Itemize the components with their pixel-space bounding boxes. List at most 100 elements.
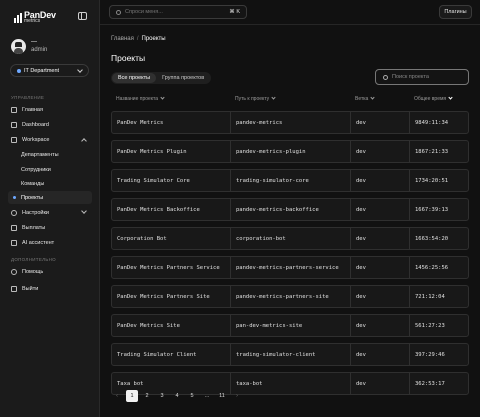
project-branch-cell: dev [350,170,409,191]
sidebar-item-dashboard[interactable]: Dashboard [8,118,92,131]
table-row[interactable]: PanDev Metrics Backoffice pandev-metrics-… [111,198,469,221]
sidebar-item-label: Главная [22,106,43,113]
column-header-label: Общее время [414,96,447,102]
project-branch-cell: dev [350,344,409,365]
profile-name: — [31,39,37,46]
table-row[interactable]: PanDev Metrics Partners Service pandev-me… [111,256,469,279]
pagination-page[interactable]: 1 [126,390,138,402]
sidebar-item-label: Помощь [22,268,44,275]
project-branch-cell: dev [350,373,409,394]
top-bar: ⌘ K Плагины [100,0,480,25]
chevron-up-icon [81,138,87,144]
breadcrumb-separator: / [136,36,139,42]
column-header-label: Название проекта [116,96,159,102]
project-path-cell: trading-simulator-client [230,344,350,365]
column-header-path[interactable]: Путь к проекту [235,95,276,102]
page-title: Проекты [111,53,146,63]
project-branch-cell: dev [350,199,409,220]
chevron-down-icon [77,67,83,73]
sidebar-item-workspace[interactable]: Workspace [8,133,92,146]
table-row[interactable]: PanDev Metrics Site pan-dev-metrics-site d… [111,314,469,337]
project-name-cell: Corporation Bot [117,235,167,242]
pagination-page[interactable]: 11 [216,390,228,402]
project-name-cell: PanDev Metrics Partners Service [117,264,220,271]
project-path-cell: pandev-metrics [230,112,350,133]
table-row[interactable]: Corporation Bot corporation-bot dev 1663:54… [111,227,469,250]
column-header-name[interactable]: Название проекта [116,95,165,102]
sidebar-item-ai-assistant[interactable]: AI ассистент [8,236,92,249]
sort-icon [160,95,165,100]
pagination-prev[interactable]: ‹ [111,390,123,402]
project-search[interactable] [375,69,469,85]
user-profile[interactable]: — admin [11,39,47,54]
pagination: ‹ 1 2 3 4 5 … 11 › [111,390,246,402]
project-search-input[interactable] [392,74,462,80]
plugins-button[interactable]: Плагины [439,5,472,19]
project-path-cell: taxa-bot [230,373,350,394]
sidebar-item-home[interactable]: Главная [8,103,92,116]
active-dot-icon [13,196,16,199]
project-time-cell: 1867:21:33 [409,141,470,162]
table-row[interactable]: Trading Simulator Core trading-simulator-… [111,169,469,192]
sidebar-item-label: Департаменты [21,151,59,158]
project-time-cell: 561:27:23 [409,315,470,336]
breadcrumb: Главная / Проекты [111,36,166,42]
ai-icon [11,239,17,246]
table-row[interactable]: PanDev Metrics Partners Site pandev-metri… [111,285,469,308]
sidebar-item-teams[interactable]: Команды [8,177,92,190]
department-selector[interactable]: IT Department [10,64,89,77]
table-row[interactable]: PanDev Metrics Plugin pandev-metrics-plug… [111,140,469,163]
wallet-icon [11,224,17,231]
project-time-cell: 362:53:17 [409,373,470,394]
sidebar-item-projects[interactable]: Проекты [8,191,92,204]
sidebar-item-label: Проекты [21,194,44,201]
column-header-label: Путь к проекту [235,96,270,102]
sort-desc-icon [448,95,453,100]
tab-project-groups[interactable]: Группа проектов [156,73,210,83]
sidebar-item-label: Выплаты [22,224,46,231]
home-icon [11,106,17,113]
project-path-cell: pan-dev-metrics-site [230,315,350,336]
project-branch-cell: dev [350,286,409,307]
table-header: Название проекта Путь к проекту Ветка Об… [111,95,469,106]
pagination-page[interactable]: 3 [156,390,168,402]
global-search-input[interactable] [125,9,225,15]
pagination-page[interactable]: 4 [171,390,183,402]
project-path-cell: pandev-metrics-backoffice [230,199,350,220]
sidebar-toggle-icon[interactable] [78,12,87,20]
department-label: IT Department [24,67,60,74]
sidebar-item-departments[interactable]: Департаменты [8,148,92,161]
project-branch-cell: dev [350,228,409,249]
sort-icon [370,95,375,100]
project-time-cell: 9849:11:34 [409,112,470,133]
pagination-page[interactable]: 2 [141,390,153,402]
sidebar-item-logout[interactable]: Выйти [8,282,92,295]
section-extra-label: ДОПОЛНИТЕЛЬНО [11,257,56,262]
global-search[interactable]: ⌘ K [109,5,247,19]
table-row[interactable]: Trading Simulator Client trading-simulato… [111,343,469,366]
sidebar-item-employees[interactable]: Сотрудники [8,163,92,176]
sidebar-item-payouts[interactable]: Выплаты [8,221,92,234]
project-name-cell: PanDev Metrics Site [117,322,180,329]
project-path-cell: pandev-metrics-plugin [230,141,350,162]
brand-logo[interactable]: PanDev metrics [14,11,56,24]
pagination-page[interactable]: 5 [186,390,198,402]
sidebar-item-label: Сотрудники [21,166,51,173]
sidebar-item-label: Настройки [22,209,49,216]
project-path-cell: trading-simulator-core [230,170,350,191]
sort-icon [271,95,276,100]
tab-all-projects[interactable]: Все проекты [112,73,157,83]
sidebar-item-label: Dashboard [22,121,49,128]
table-row[interactable]: PanDev Metrics pandev-metrics dev 9849:11:3… [111,111,469,134]
column-header-total-time[interactable]: Общее время [414,95,453,102]
breadcrumb-home[interactable]: Главная [111,36,134,42]
sidebar-item-help[interactable]: Помощь [8,265,92,278]
project-time-cell: 1456:25:56 [409,257,470,278]
column-header-branch[interactable]: Ветка [355,95,375,102]
project-branch-cell: dev [350,112,409,133]
shortcut-hint: ⌘ K [229,9,240,15]
pagination-next[interactable]: › [231,390,243,402]
avatar [11,39,26,54]
pagination-ellipsis: … [204,393,210,399]
sidebar-item-settings[interactable]: Настройки [8,206,92,219]
